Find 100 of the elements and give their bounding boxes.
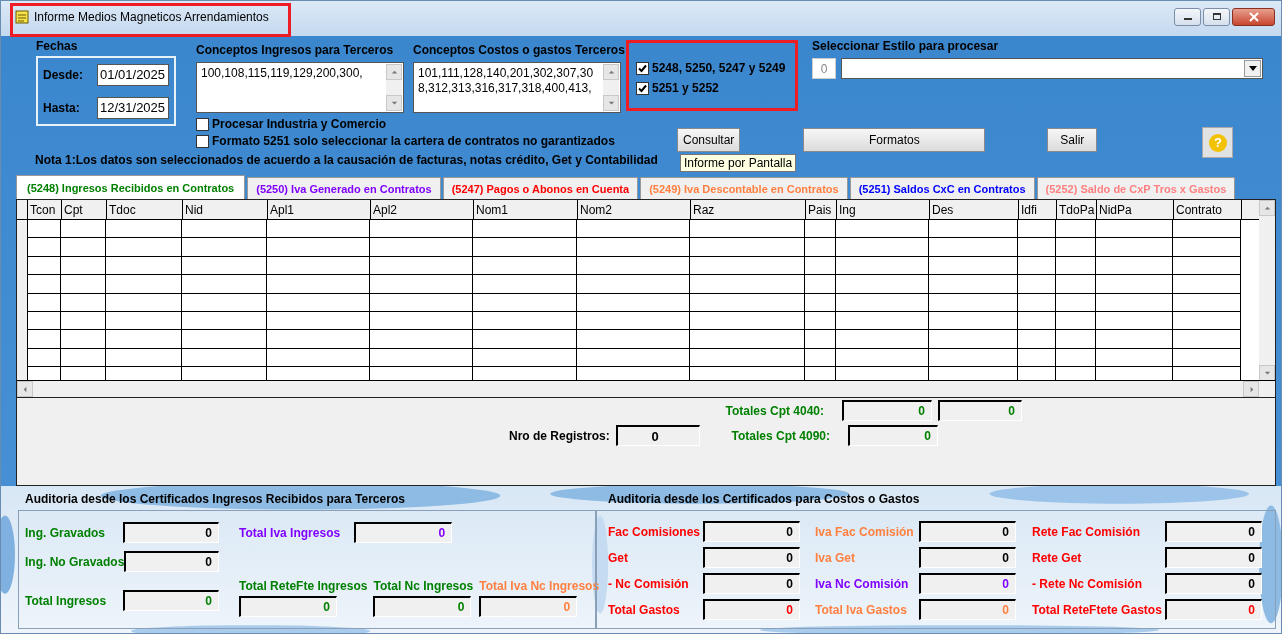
- records-label: Nro de Registros:: [509, 428, 610, 443]
- column-header[interactable]: Nom1: [474, 200, 578, 219]
- notepad-icon: [14, 8, 30, 25]
- checkbox-label: 5248, 5250, 5247 y 5249: [652, 61, 786, 75]
- value-field: 0: [703, 521, 800, 542]
- field-label: Total Gastos: [608, 602, 681, 617]
- field-label: Seleccionar Estilo para procesar: [812, 39, 999, 53]
- scrollbar[interactable]: [1259, 200, 1275, 381]
- column-header[interactable]: Nom2: [578, 200, 691, 219]
- value-field: 0: [703, 573, 800, 594]
- field-label: Desde:: [43, 67, 83, 82]
- field-label: Total Iva Nc Ingresos: [479, 579, 600, 593]
- column-header[interactable]: Idfi: [1019, 200, 1057, 219]
- value-field: 0: [479, 596, 578, 617]
- value-field: 0: [123, 590, 219, 611]
- column-header[interactable]: Pais: [806, 200, 837, 219]
- caret-icon: [1248, 66, 1257, 71]
- window-title: Informe Medios Magneticos Arrendamientos: [34, 9, 269, 24]
- column-header[interactable]: Tdoc: [107, 200, 183, 219]
- concepts-field[interactable]: 101,111,128,140,201,302,307,308,312,313,316,317,318,400,413,: [413, 62, 621, 113]
- value-field: 0: [919, 521, 1016, 542]
- column-header[interactable]: Tcon: [28, 200, 62, 219]
- column-header[interactable]: Cpt: [62, 200, 107, 219]
- field-label: Total ReteFte Ingresos: [239, 579, 368, 593]
- scrollbar[interactable]: [17, 380, 1275, 397]
- panel-title: Auditoria desde los Certificados para Costos o Gastos: [607, 491, 921, 508]
- checkbox-label: Formato 5251 solo seleccionar la cartera de contratos no garantizados: [212, 134, 615, 148]
- close-icon: [1248, 11, 1259, 22]
- field-label: Total ReteFtete Gastos: [1032, 602, 1163, 617]
- minimize-button[interactable]: [1174, 7, 1201, 26]
- maximize-button[interactable]: [1203, 7, 1230, 26]
- field-label: Total Iva Gastos: [815, 602, 908, 617]
- value-field: 0: [239, 596, 337, 617]
- value-field: 0: [373, 596, 472, 617]
- value-field: 0: [354, 522, 453, 543]
- checkbox[interactable]: [196, 117, 209, 131]
- column-header[interactable]: Contrato: [1174, 200, 1242, 219]
- checkbox[interactable]: [636, 81, 649, 95]
- checkbox-label: 5251 y 5252: [652, 81, 719, 95]
- tab[interactable]: (5251) Saldos CxC en Contratos: [849, 177, 1035, 199]
- value-field: 0: [1165, 521, 1262, 542]
- field-label: - Nc Comisión: [608, 576, 690, 591]
- field-label: - Rete Nc Comisión: [1032, 576, 1143, 591]
- note-text: Nota 1:Los datos son seleccionados de acuerdo a la causación de facturas, notas crédito, Get y Contabilidad: [35, 153, 658, 167]
- date-field[interactable]: 12/31/2025: [97, 96, 169, 119]
- field-label: Fac Comisiones: [608, 524, 702, 539]
- column-header[interactable]: Des: [930, 200, 1019, 219]
- formatos-button[interactable]: Formatos: [803, 128, 986, 152]
- tooltip: Informe por Pantalla: [680, 154, 797, 172]
- group-label: Fechas: [36, 39, 79, 53]
- value-field: 0: [615, 425, 700, 446]
- value-field: 0: [919, 599, 1016, 620]
- column-header[interactable]: Ing: [837, 200, 930, 219]
- scrollbar[interactable]: [386, 64, 402, 111]
- field-label: Ing. No Gravados: [25, 554, 125, 569]
- checkbox-label: Procesar Industria y Comercio: [212, 117, 387, 131]
- field-label: Hasta:: [43, 100, 80, 115]
- consultar-button[interactable]: Consultar: [677, 128, 741, 152]
- field-label: Iva Fac Comisión: [815, 524, 915, 539]
- totals-label: Totales Cpt 4090:: [731, 428, 830, 443]
- checkbox[interactable]: [636, 61, 649, 75]
- style-select[interactable]: [841, 58, 1263, 79]
- field-label: Iva Get: [815, 550, 857, 565]
- field-label: Get: [608, 550, 629, 565]
- value-field: 0: [842, 400, 932, 421]
- column-header[interactable]: Apl2: [371, 200, 474, 219]
- dropdown-button[interactable]: [1244, 60, 1261, 77]
- tab[interactable]: (5247) Pagos o Abonos en Cuenta: [442, 177, 639, 199]
- field-label: Ing. Gravados: [25, 525, 106, 540]
- value-field: 0: [919, 573, 1016, 594]
- value-field: 0: [124, 551, 219, 572]
- field-label: Conceptos Ingresos para Terceros: [196, 43, 395, 57]
- field-label: Total Nc Ingresos: [373, 579, 474, 593]
- tab[interactable]: (5248) Ingresos Recibidos en Contratos: [16, 175, 246, 199]
- date-field[interactable]: 01/01/2025: [97, 63, 169, 86]
- totals-label: Totales Cpt 4040:: [725, 403, 824, 418]
- number-field: 0: [812, 58, 836, 79]
- tab[interactable]: (5250) Iva Generado en Contratos: [247, 177, 441, 199]
- field-label: Rete Fac Comisión: [1032, 524, 1142, 539]
- field-label: Total Ingresos: [25, 593, 107, 608]
- close-button[interactable]: [1232, 7, 1275, 26]
- column-header[interactable]: Apl1: [268, 200, 371, 219]
- field-label: Rete Get: [1032, 550, 1083, 565]
- value-field: 0: [919, 547, 1016, 568]
- salir-button[interactable]: Salir: [1047, 128, 1098, 152]
- value-field: 0: [848, 425, 938, 446]
- value-field: 0: [938, 400, 1022, 421]
- column-header[interactable]: TdoPa: [1057, 200, 1097, 219]
- checkbox[interactable]: [196, 134, 209, 148]
- column-header[interactable]: Nid: [183, 200, 268, 219]
- value-field: 0: [703, 547, 800, 568]
- panel-title: Auditoria desde los Certificados Ingresos Recibidos para Terceros: [24, 491, 406, 508]
- column-header[interactable]: Raz: [691, 200, 806, 219]
- field-label: Iva Nc Comisión: [815, 576, 910, 591]
- field-label: Total Iva Ingresos: [239, 525, 341, 540]
- scrollbar[interactable]: [603, 64, 619, 111]
- concepts-field[interactable]: 100,108,115,119,129,200,300,: [196, 62, 404, 113]
- value-field: 0: [703, 599, 800, 620]
- column-header[interactable]: NidPa: [1097, 200, 1174, 219]
- value-field: 0: [1165, 599, 1262, 620]
